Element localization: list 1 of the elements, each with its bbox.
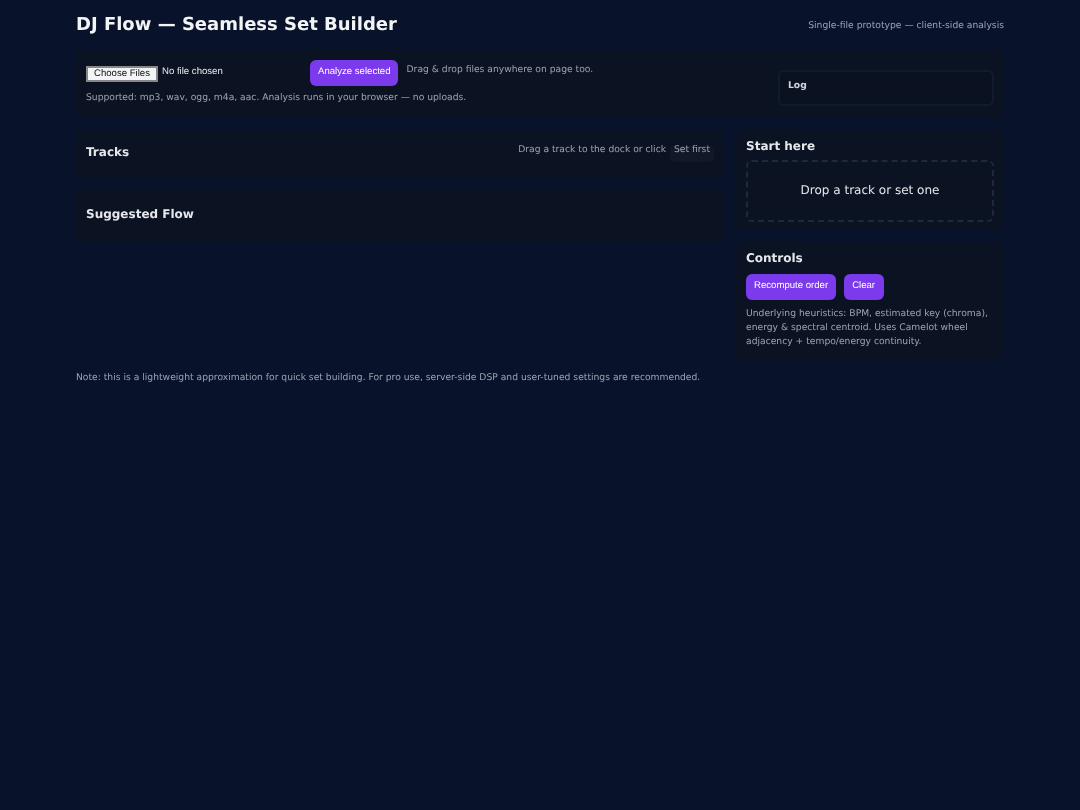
app-title: DJ Flow — Seamless Set Builder: [76, 14, 397, 41]
